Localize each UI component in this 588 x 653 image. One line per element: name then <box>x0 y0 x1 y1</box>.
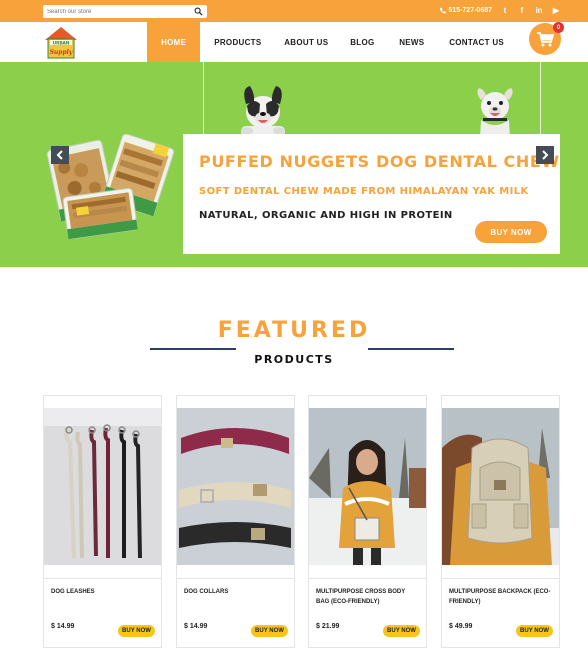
featured-divider-left <box>150 348 236 350</box>
hero-tagline: NATURAL, ORGANIC AND HIGH IN PROTEIN <box>199 210 453 221</box>
chevron-right-icon <box>542 150 549 160</box>
product-price: $ 21.99 <box>316 623 340 630</box>
buy-now-button[interactable]: BUY NOW <box>516 625 553 637</box>
slider-prev-button[interactable] <box>51 146 69 164</box>
slider-next-button[interactable] <box>536 146 554 164</box>
pit-bull-image <box>477 88 513 138</box>
hero-card: PUFFED NUGGETS DOG DENTAL CHEW SOFT DENT… <box>183 134 560 254</box>
product-price: $ 49.99 <box>449 623 473 630</box>
main-nav: HOME PRODUCTS ABOUT US BLOG NEWS CONTACT… <box>147 22 529 62</box>
product-card[interactable]: MULTIPURPOSE BACKPACK (ECO-FRIENDLY) $ 4… <box>441 395 560 648</box>
top-bar: 515-727-0687 t f in ▶ <box>0 0 588 22</box>
nav-news[interactable]: NEWS <box>399 22 449 62</box>
product-image-dog-collars[interactable] <box>177 408 294 565</box>
nav-home[interactable]: HOME <box>147 22 201 62</box>
french-bulldog-image <box>241 86 285 137</box>
product-image-dog-leashes[interactable] <box>44 408 161 565</box>
product-price: $ 14.99 <box>184 623 208 630</box>
hero-slider: PUFFED NUGGETS DOG DENTAL CHEW SOFT DENT… <box>0 62 588 267</box>
svg-text:Supply: Supply <box>50 49 73 56</box>
nav-about-us[interactable]: ABOUT US <box>284 22 350 62</box>
youtube-icon[interactable]: ▶ <box>552 6 560 15</box>
phone-icon <box>440 7 447 14</box>
product-name[interactable]: DOG LEASHES <box>51 587 155 597</box>
featured-subtitle: PRODUCTS <box>254 353 334 366</box>
hero-buy-now-button[interactable]: BUY NOW <box>475 221 547 243</box>
twitter-icon[interactable]: t <box>501 6 509 15</box>
featured-title: FEATURED <box>217 318 371 343</box>
site-header: URBAN Supply HOME PRODUCTS ABOUT US BLOG… <box>0 22 588 62</box>
linkedin-icon[interactable]: in <box>535 6 543 15</box>
cart-button[interactable]: 0 <box>529 22 564 55</box>
svg-text:URBAN: URBAN <box>53 40 70 45</box>
product-name[interactable]: DOG COLLARS <box>184 587 288 597</box>
product-card[interactable]: DOG LEASHES $ 14.99 BUY NOW <box>43 395 162 648</box>
product-card[interactable]: DOG COLLARS $ 14.99 BUY NOW <box>176 395 295 648</box>
chevron-left-icon <box>56 150 63 160</box>
cart-count-badge: 0 <box>553 22 564 33</box>
card-divider <box>177 578 294 579</box>
phone-number: 515-727-0687 <box>448 7 492 14</box>
product-image-cross-body-bag[interactable] <box>309 408 426 565</box>
cart-icon <box>537 32 554 47</box>
card-divider <box>442 578 559 579</box>
card-divider <box>309 578 426 579</box>
nav-contact-us[interactable]: CONTACT US <box>449 22 529 62</box>
search-box[interactable] <box>43 5 207 18</box>
phone-contact[interactable]: 515-727-0687 <box>439 7 492 14</box>
hero-title: PUFFED NUGGETS DOG DENTAL CHEW <box>199 152 560 171</box>
top-contact: 515-727-0687 t f in ▶ <box>439 6 560 15</box>
facebook-icon[interactable]: f <box>518 6 526 15</box>
hero-hang-line <box>203 62 204 136</box>
product-name[interactable]: MULTIPURPOSE BACKPACK (ECO-FRIENDLY) <box>449 587 553 607</box>
search-input[interactable] <box>47 8 187 15</box>
hero-hang-line <box>540 62 541 136</box>
nav-products[interactable]: PRODUCTS <box>200 22 284 62</box>
site-logo[interactable]: URBAN Supply <box>43 26 79 59</box>
product-name[interactable]: MULTIPURPOSE CROSS BODY BAG (ECO-FRIENDL… <box>316 587 420 607</box>
buy-now-button[interactable]: BUY NOW <box>383 625 420 637</box>
search-icon[interactable] <box>194 7 203 16</box>
nav-blog[interactable]: BLOG <box>350 22 399 62</box>
product-image-backpack[interactable] <box>442 408 559 565</box>
product-price: $ 14.99 <box>51 623 75 630</box>
featured-divider-right <box>368 348 454 350</box>
buy-now-button[interactable]: BUY NOW <box>251 625 288 637</box>
logo-house-icon: URBAN Supply <box>45 27 77 59</box>
hero-subtitle: SOFT DENTAL CHEW MADE FROM HIMALAYAN YAK… <box>199 186 529 197</box>
card-divider <box>44 578 161 579</box>
buy-now-button[interactable]: BUY NOW <box>118 625 155 637</box>
product-card[interactable]: MULTIPURPOSE CROSS BODY BAG (ECO-FRIENDL… <box>308 395 427 648</box>
